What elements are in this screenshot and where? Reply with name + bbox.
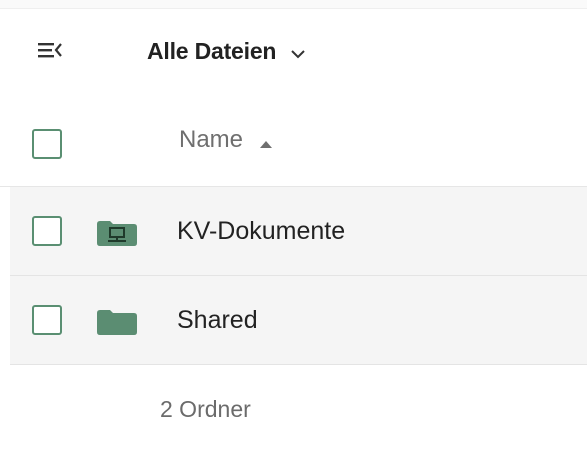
folder-selector-button[interactable]: Alle Dateien: [147, 34, 306, 68]
file-name[interactable]: KV-Dokumente: [177, 217, 345, 246]
row-checkbox[interactable]: [32, 305, 62, 335]
sort-by-name-button[interactable]: Name: [179, 126, 273, 154]
network-folder-icon: [96, 219, 138, 247]
row-checkbox[interactable]: [32, 216, 62, 246]
folder-count-summary: 2 Ordner: [160, 396, 251, 422]
file-row[interactable]: Shared: [10, 276, 587, 365]
file-list-header: Alle Dateien: [0, 8, 587, 94]
sort-ascending-icon: [259, 136, 273, 148]
column-name-label: Name: [179, 126, 244, 153]
file-row[interactable]: KV-Dokumente: [10, 187, 587, 276]
chevron-down-icon: [290, 46, 306, 59]
column-header-row: Name: [0, 98, 587, 187]
select-all-checkbox[interactable]: [32, 129, 62, 159]
file-name[interactable]: Shared: [177, 306, 258, 335]
menu-collapse-icon[interactable]: [36, 38, 64, 62]
folder-icon: [96, 308, 138, 336]
page-title: Alle Dateien: [147, 37, 277, 64]
